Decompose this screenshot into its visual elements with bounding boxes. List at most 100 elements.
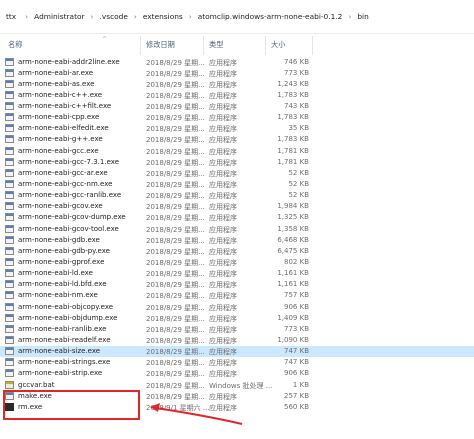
file-row[interactable]: arm-none-eabi-gprof.exe 2018/8/29 星期... 应用… bbox=[0, 257, 474, 268]
breadcrumb-item[interactable]: .vscode bbox=[100, 12, 128, 21]
file-date: 2018/8/29 星期... bbox=[146, 192, 205, 201]
file-size: 1,161 KB bbox=[277, 280, 309, 289]
column-divider[interactable] bbox=[312, 36, 313, 55]
file-row[interactable]: arm-none-eabi-elfedit.exe 2018/8/29 星期...… bbox=[0, 123, 474, 134]
file-date: 2018/8/29 星期... bbox=[146, 103, 205, 112]
column-divider[interactable] bbox=[203, 36, 204, 55]
file-date: 2018/8/29 星期... bbox=[146, 125, 205, 134]
file-type: 应用程序 bbox=[209, 236, 237, 245]
file-row[interactable]: arm-none-eabi-size.exe 2018/8/29 星期... 应用程… bbox=[0, 345, 474, 357]
file-row[interactable]: arm-none-eabi-strip.exe 2018/8/29 星期... 应用… bbox=[0, 368, 474, 379]
file-row[interactable]: arm-none-eabi-readelf.exe 2018/8/29 星期...… bbox=[0, 335, 474, 346]
file-row[interactable]: arm-none-eabi-c++.exe 2018/8/29 星期... 应用程序… bbox=[0, 89, 474, 100]
application-icon bbox=[5, 224, 14, 233]
file-row[interactable]: arm-none-eabi-gcov.exe 2018/8/29 星期... 应用程… bbox=[0, 201, 474, 212]
breadcrumb-item[interactable]: Administrator bbox=[34, 12, 84, 21]
file-size: 1,090 KB bbox=[277, 336, 309, 345]
breadcrumb-item[interactable]: extensions bbox=[143, 12, 183, 21]
file-date: 2018/8/29 星期... bbox=[146, 370, 205, 379]
file-type: 应用程序 bbox=[209, 91, 237, 100]
column-type-header[interactable]: 类型 bbox=[209, 40, 223, 50]
file-date: 2018/8/29 星期... bbox=[146, 325, 205, 334]
file-row[interactable]: arm-none-eabi-ar.exe 2018/8/29 星期... 应用程序 7… bbox=[0, 67, 474, 78]
file-row[interactable]: arm-none-eabi-nm.exe 2018/8/29 星期... 应用程序 7… bbox=[0, 290, 474, 301]
file-row[interactable]: arm-none-eabi-gcov-tool.exe 2018/8/29 星期.… bbox=[0, 223, 474, 234]
file-row[interactable]: arm-none-eabi-objcopy.exe 2018/8/29 星期...… bbox=[0, 301, 474, 312]
file-row[interactable]: arm-none-eabi-gcc-nm.exe 2018/8/29 星期... 应… bbox=[0, 179, 474, 190]
file-date: 2018/8/29 星期... bbox=[146, 381, 205, 390]
file-row[interactable]: arm-none-eabi-ld.exe 2018/8/29 星期... 应用程序 1… bbox=[0, 268, 474, 279]
breadcrumb-item[interactable]: bin bbox=[357, 12, 368, 21]
file-row[interactable]: arm-none-eabi-gcc-ar.exe 2018/8/29 星期... 应… bbox=[0, 167, 474, 178]
application-icon bbox=[5, 235, 14, 244]
file-size: 747 KB bbox=[284, 358, 309, 367]
breadcrumb-separator-icon[interactable]: › bbox=[25, 12, 28, 21]
file-type: 应用程序 bbox=[209, 281, 237, 290]
breadcrumb-root[interactable]: ttx bbox=[6, 12, 16, 21]
breadcrumb-item[interactable]: atomclip.windows-arm-none-eabi-0.1.2 bbox=[198, 12, 343, 21]
file-name: arm-none-eabi-readelf.exe bbox=[18, 336, 111, 345]
file-size: 757 KB bbox=[284, 291, 309, 300]
file-size: 746 KB bbox=[284, 57, 309, 66]
breadcrumb-separator-icon[interactable]: › bbox=[348, 12, 351, 21]
application-icon bbox=[5, 157, 14, 166]
file-row[interactable]: arm-none-eabi-strings.exe 2018/8/29 星期...… bbox=[0, 357, 474, 368]
file-name: arm-none-eabi-as.exe bbox=[18, 79, 95, 88]
application-icon bbox=[5, 124, 14, 133]
file-type: 应用程序 bbox=[209, 169, 237, 178]
file-name: arm-none-eabi-gprof.exe bbox=[18, 258, 105, 267]
file-name: arm-none-eabi-gcc.exe bbox=[18, 146, 99, 155]
file-date: 2018/8/29 星期... bbox=[146, 236, 205, 245]
file-row[interactable]: arm-none-eabi-addr2line.exe 2018/8/29 星期.… bbox=[0, 56, 474, 67]
file-size: 743 KB bbox=[284, 102, 309, 111]
file-row[interactable]: arm-none-eabi-gcov-dump.exe 2018/8/29 星期.… bbox=[0, 212, 474, 223]
file-row[interactable]: arm-none-eabi-gcc.exe 2018/8/29 星期... 应用程序… bbox=[0, 145, 474, 156]
file-type: 应用程序 bbox=[209, 125, 237, 134]
file-row[interactable]: arm-none-eabi-gcc-7.3.1.exe 2018/8/29 星期.… bbox=[0, 156, 474, 167]
column-date-header[interactable]: 修改日期 bbox=[146, 40, 175, 50]
file-row[interactable]: gccvar.bat 2018/8/29 星期... Windows 批处理 ...… bbox=[0, 379, 474, 390]
file-row[interactable]: arm-none-eabi-objdump.exe 2018/8/29 星期...… bbox=[0, 312, 474, 323]
file-row[interactable]: arm-none-eabi-ld.bfd.exe 2018/8/29 星期... 应… bbox=[0, 279, 474, 290]
column-divider[interactable] bbox=[140, 36, 141, 55]
file-size: 802 KB bbox=[284, 258, 309, 267]
file-row[interactable]: arm-none-eabi-as.exe 2018/8/29 星期... 应用程序 1… bbox=[0, 78, 474, 89]
breadcrumb-separator-icon[interactable]: › bbox=[91, 12, 94, 21]
file-size: 560 KB bbox=[284, 402, 309, 411]
file-row[interactable]: arm-none-eabi-gdb-py.exe 2018/8/29 星期... 应… bbox=[0, 245, 474, 256]
file-row[interactable]: arm-none-eabi-gcc-ranlib.exe 2018/8/29 星期… bbox=[0, 190, 474, 201]
file-date: 2018/8/29 星期... bbox=[146, 114, 205, 123]
column-size-header[interactable]: 大小 bbox=[271, 40, 285, 50]
file-type: 应用程序 bbox=[209, 370, 237, 379]
file-row[interactable]: arm-none-eabi-g++.exe 2018/8/29 星期... 应用程序… bbox=[0, 134, 474, 145]
file-name: arm-none-eabi-elfedit.exe bbox=[18, 124, 109, 133]
file-type: 应用程序 bbox=[209, 158, 237, 167]
file-row[interactable]: arm-none-eabi-cpp.exe 2018/8/29 星期... 应用程序… bbox=[0, 112, 474, 123]
file-date: 2018/8/29 星期... bbox=[146, 337, 205, 346]
file-date: 2018/8/29 星期... bbox=[146, 58, 205, 67]
file-name: arm-none-eabi-gcc-ar.exe bbox=[18, 168, 108, 177]
application-icon bbox=[5, 213, 14, 222]
breadcrumb-separator-icon[interactable]: › bbox=[134, 12, 137, 21]
file-name: arm-none-eabi-ranlib.exe bbox=[18, 324, 107, 333]
file-row[interactable]: arm-none-eabi-c++filt.exe 2018/8/29 星期...… bbox=[0, 101, 474, 112]
file-row[interactable]: arm-none-eabi-ranlib.exe 2018/8/29 星期... 应… bbox=[0, 323, 474, 334]
application-icon bbox=[5, 269, 14, 278]
column-header: 名称 修改日期 类型 大小 bbox=[0, 36, 474, 55]
file-list: arm-none-eabi-addr2line.exe 2018/8/29 星期.… bbox=[0, 56, 474, 413]
file-date: 2018/8/29 星期... bbox=[146, 147, 205, 156]
breadcrumb-separator-icon[interactable]: › bbox=[189, 12, 192, 21]
highlight-box bbox=[3, 390, 140, 420]
column-divider[interactable] bbox=[265, 36, 266, 55]
application-icon bbox=[5, 180, 14, 189]
file-name: gccvar.bat bbox=[18, 380, 55, 389]
column-name-header[interactable]: 名称 bbox=[8, 40, 22, 50]
application-icon bbox=[5, 168, 14, 177]
file-row[interactable]: arm-none-eabi-gdb.exe 2018/8/29 星期... 应用程序… bbox=[0, 234, 474, 245]
file-name: arm-none-eabi-ld.exe bbox=[18, 269, 93, 278]
application-icon bbox=[5, 113, 14, 122]
file-size: 52 KB bbox=[288, 180, 309, 189]
file-type: 应用程序 bbox=[209, 270, 237, 279]
file-date: 2018/8/29 星期... bbox=[146, 247, 205, 256]
file-size: 747 KB bbox=[284, 347, 309, 356]
